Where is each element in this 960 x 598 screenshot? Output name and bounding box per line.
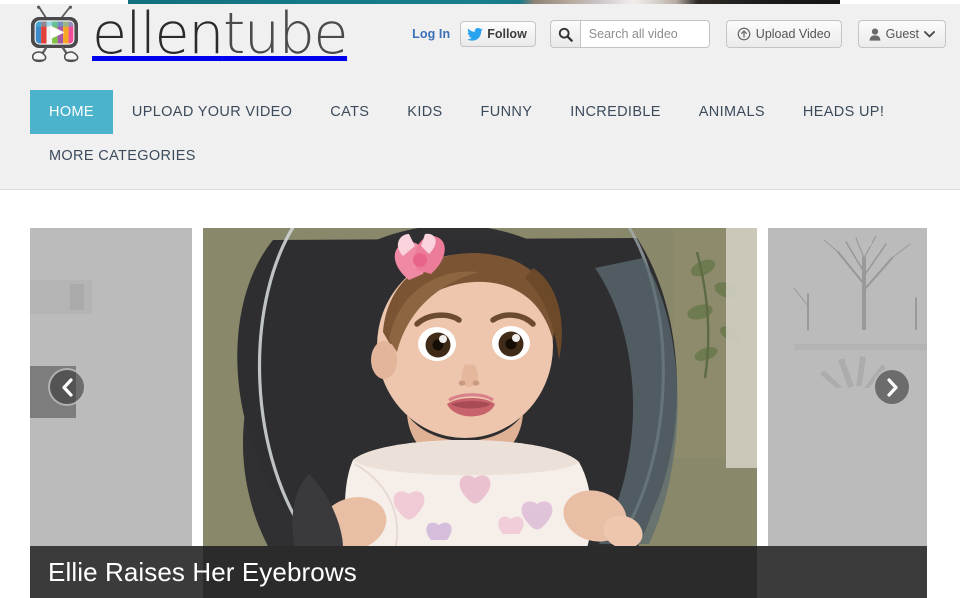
twitter-follow-button[interactable]: Follow (460, 21, 536, 47)
site-logo[interactable]: ellentube (26, 5, 348, 63)
carousel-prev-button[interactable] (48, 368, 86, 406)
nav-item-more-categories[interactable]: MORE CATEGORIES (30, 134, 215, 178)
nav-item-heads-up[interactable]: HEADS UP! (784, 90, 903, 134)
upload-circle-icon (737, 27, 751, 41)
wordmark-tube: tube (222, 0, 349, 67)
brand-wordmark: ellentube (92, 5, 348, 63)
guest-menu-label: Guest (885, 27, 919, 41)
search-button[interactable] (549, 20, 580, 48)
guest-menu-button[interactable]: Guest (857, 20, 946, 48)
main-navigation: HOME UPLOAD YOUR VIDEO CATS KIDS FUNNY I… (30, 90, 930, 178)
nav-item-kids[interactable]: KIDS (388, 90, 461, 134)
featured-video-title: Ellie Raises Her Eyebrows (48, 557, 357, 587)
upload-video-label: Upload Video (755, 27, 831, 41)
upload-video-button[interactable]: Upload Video (725, 20, 842, 48)
chevron-down-icon (924, 31, 935, 38)
featured-video-carousel: Ellie Raises Her Eyebrows (30, 228, 927, 598)
tv-play-logo-icon (31, 5, 79, 63)
user-icon (869, 28, 881, 41)
header-actions: Log In Follow Upload Video (412, 20, 946, 48)
twitter-bird-icon (467, 27, 484, 41)
carousel-next-button[interactable] (873, 368, 911, 406)
carousel-slide-current[interactable] (203, 228, 757, 548)
search-box (549, 20, 710, 48)
search-input[interactable] (579, 20, 710, 48)
chevron-left-icon (61, 377, 73, 397)
follow-button-label: Follow (487, 27, 527, 41)
baby-in-bouncer-seat (203, 228, 757, 548)
search-icon (558, 27, 573, 42)
site-header: ellentube Log In Follow Search all video… (0, 4, 960, 190)
wordmark-ellen: ellen (92, 0, 224, 67)
nav-item-animals[interactable]: ANIMALS (680, 90, 784, 134)
nav-item-funny[interactable]: FUNNY (462, 90, 552, 134)
nav-item-incredible[interactable]: INCREDIBLE (551, 90, 680, 134)
nav-item-cats[interactable]: CATS (311, 90, 388, 134)
login-link[interactable]: Log In (412, 27, 450, 41)
chevron-right-icon (886, 377, 898, 397)
nav-item-home[interactable]: HOME (30, 90, 113, 134)
featured-title-bar: Ellie Raises Her Eyebrows (30, 546, 927, 598)
nav-item-upload-your-video[interactable]: UPLOAD YOUR VIDEO (113, 90, 311, 134)
